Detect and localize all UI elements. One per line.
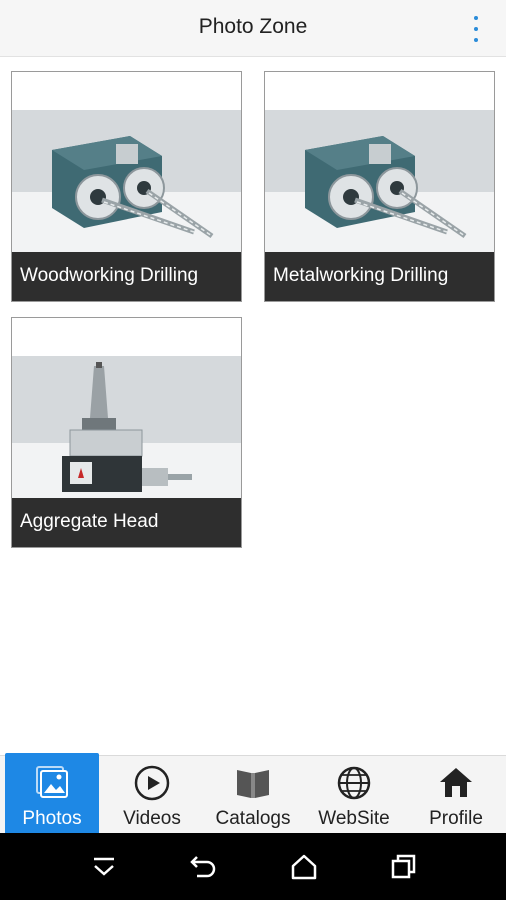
play-circle-icon [105, 764, 199, 804]
tab-profile[interactable]: Profile [409, 756, 503, 833]
tab-label: Videos [123, 808, 181, 829]
page-title: Photo Zone [198, 15, 308, 38]
tab-catalogs[interactable]: Catalogs [206, 756, 300, 833]
tab-photos[interactable]: Photos [5, 753, 99, 833]
globe-icon [307, 764, 401, 804]
tab-label: Profile [429, 808, 483, 829]
home-icon[interactable] [286, 851, 322, 883]
drill-head-photo [265, 72, 494, 252]
aggregate-head-photo [12, 318, 241, 498]
tab-website[interactable]: WebSite [307, 756, 401, 833]
app-header: Photo Zone [0, 0, 506, 57]
more-vert-icon[interactable] [471, 16, 481, 42]
gallery-tile-aggregate-head[interactable]: Aggregate Head [11, 317, 242, 548]
gallery-tile-metalworking[interactable]: Metalworking Drilling [264, 71, 495, 302]
tab-label: Catalogs [215, 808, 291, 829]
bottom-tab-bar: Photos Videos Catalogs WebSite Profile [0, 753, 506, 833]
back-icon[interactable] [185, 851, 221, 883]
home-icon [409, 764, 503, 804]
tab-videos[interactable]: Videos [105, 756, 199, 833]
tab-label: Photos [22, 808, 82, 829]
gallery-tile-woodworking[interactable]: Woodworking Drilling [11, 71, 242, 302]
tile-caption: Aggregate Head [12, 498, 241, 547]
recents-icon[interactable] [386, 851, 422, 883]
tile-caption: Woodworking Drilling [12, 252, 241, 301]
photos-icon [5, 764, 99, 804]
drill-head-photo [12, 72, 241, 252]
tab-label: WebSite [318, 808, 390, 829]
tile-caption: Metalworking Drilling [265, 252, 494, 301]
catalog-book-icon [206, 764, 300, 804]
keyboard-hide-icon[interactable] [86, 851, 122, 883]
system-nav-bar [0, 833, 506, 900]
